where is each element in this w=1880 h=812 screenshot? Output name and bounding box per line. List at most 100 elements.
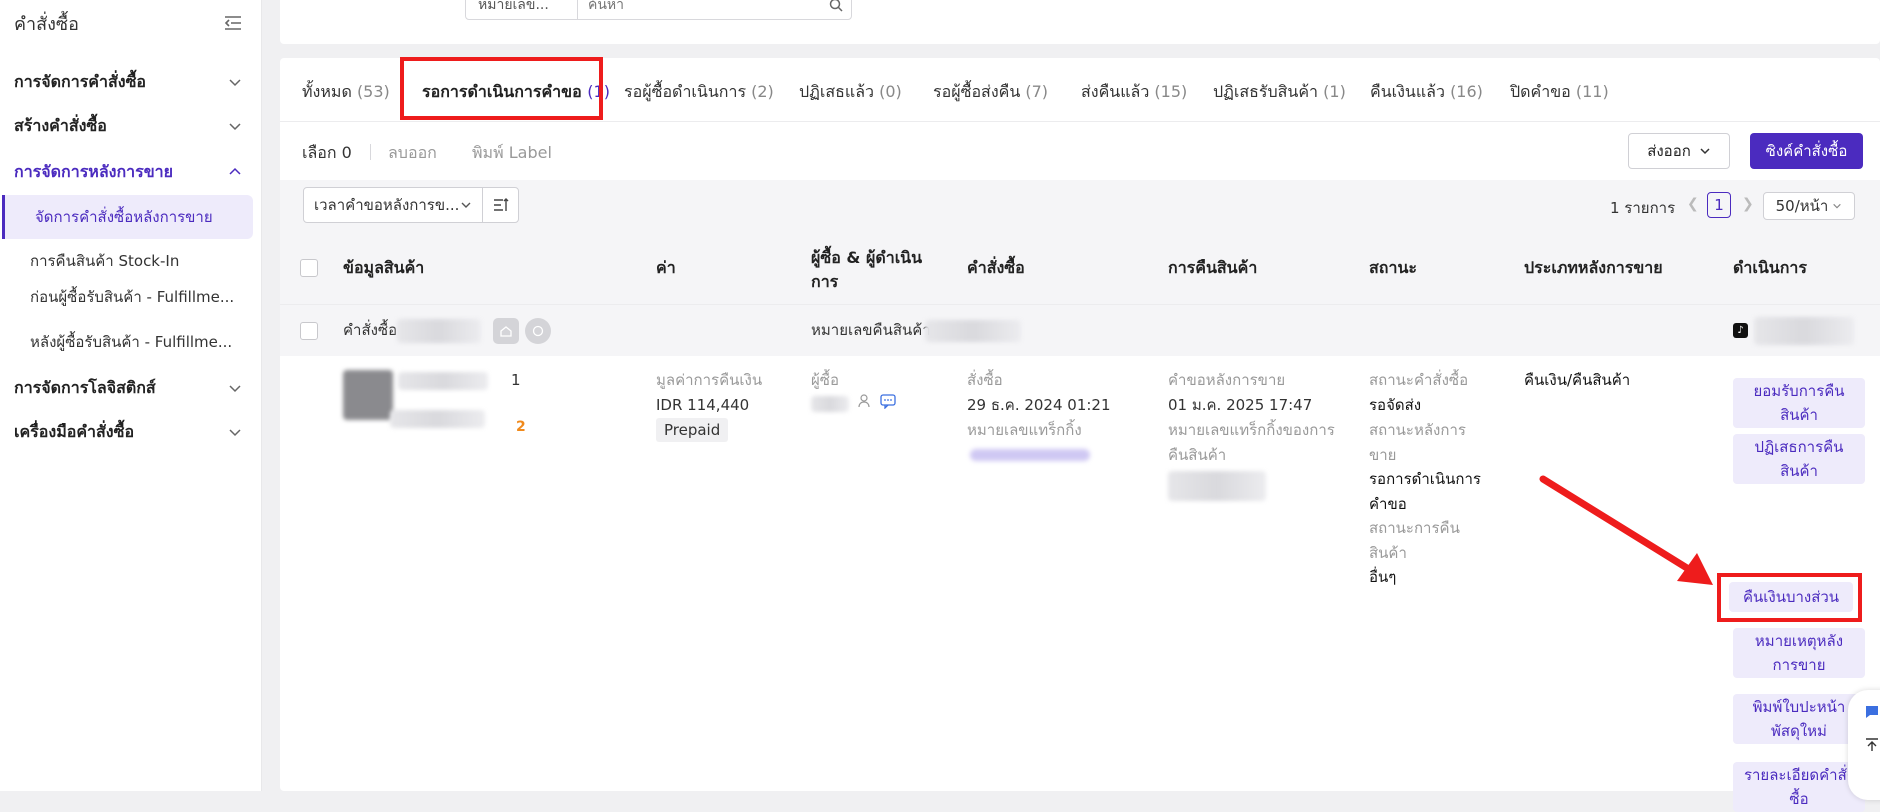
- chat-icon[interactable]: [880, 394, 896, 413]
- sidebar-item-order-management[interactable]: การจัดการคำสั่งซื้อ: [0, 62, 262, 102]
- orders-panel: ทั้งหมด (53) รอการดำเนินการคำขอ (1) รอผู…: [280, 57, 1880, 812]
- tab-highlight-annotation: [400, 57, 603, 120]
- return-status: อื่นๆ: [1369, 568, 1397, 586]
- tab-refused-receipt[interactable]: ปฏิเสธรับสินค้า (1): [1213, 80, 1346, 105]
- search-group: หมายเลข...: [465, 0, 852, 20]
- remove-button[interactable]: ลบออก: [388, 141, 437, 166]
- user-icon[interactable]: [857, 393, 873, 413]
- chevron-up-icon: [229, 167, 241, 175]
- home-icon[interactable]: [493, 318, 519, 344]
- feedback-icon[interactable]: [1864, 704, 1880, 720]
- tab-closed[interactable]: ปิดคำขอ (11): [1510, 80, 1609, 105]
- sidebar-subitem-before-receipt[interactable]: ก่อนผู้ซื้อรับสินค้า - Fulfillme...: [0, 275, 262, 319]
- buyer-label: ผู้ซื้อ: [811, 371, 839, 389]
- reprint-label-button[interactable]: พิมพ์ใบปะหน้าพัสดุใหม่: [1733, 694, 1865, 744]
- sidebar-item-label: การจัดการคำสั่งซื้อ: [14, 71, 147, 91]
- chevron-down-icon: [229, 123, 241, 131]
- tracking-label: หมายเลขแทร็กกิ้ง: [967, 421, 1082, 439]
- main-content: หมายเลข... ทั้งหมด (53) รอการดำเนินการคำ…: [280, 0, 1880, 812]
- reject-return-button[interactable]: ปฏิเสธการคืนสินค้า: [1733, 434, 1865, 484]
- pager-next-icon[interactable]: ❯: [1742, 196, 1754, 212]
- tab-count: (15): [1154, 82, 1188, 101]
- tab-refunded[interactable]: คืนเงินแล้ว (16): [1370, 80, 1483, 105]
- sort-order-button[interactable]: [482, 187, 519, 223]
- tab-awaiting-buyer[interactable]: รอผู้ซื้อดำเนินการ (2): [624, 80, 774, 105]
- order-details-button[interactable]: รายละเอียดคำสั่งซื้อ: [1733, 762, 1865, 812]
- tab-label: รอผู้ซื้อดำเนินการ: [624, 82, 747, 101]
- sidebar-item-after-sales[interactable]: การจัดการหลังการขาย: [0, 152, 262, 192]
- tab-label: ปิดคำขอ: [1510, 82, 1571, 101]
- sidebar-subitem-after-receipt[interactable]: หลังผู้ซื้อรับสินค้า - Fulfillme...: [0, 320, 262, 364]
- sidebar-item-logistics[interactable]: การจัดการโลจิสติกส์: [0, 368, 262, 408]
- search-bar: หมายเลข...: [280, 0, 1880, 44]
- filter-bar: เวลาคำขอหลังการข... 1 รายการ ❮ 1 ❯ 50/หน…: [280, 180, 1880, 232]
- page-size-select[interactable]: 50/หน้า: [1763, 192, 1855, 220]
- sidebar-title: คำสั่งซื้อ: [14, 13, 79, 35]
- refresh-icon[interactable]: [525, 318, 551, 344]
- order-time: 29 ธ.ค. 2024 01:21: [967, 396, 1111, 414]
- payment-tag: Prepaid: [656, 418, 729, 442]
- sidebar-item-label: สร้างคำสั่งซื้อ: [14, 115, 107, 135]
- tracking-number-link[interactable]: [970, 449, 1090, 461]
- column-header-actions: ดำเนินการ: [1733, 258, 1807, 277]
- accept-return-button[interactable]: ยอมรับการคืนสินค้า: [1733, 378, 1865, 428]
- table-header: ข้อมูลสินค้า ค่า ผู้ซื้อ & ผู้ดำเนินการ …: [280, 232, 1880, 304]
- column-header-status: สถานะ: [1369, 258, 1417, 277]
- tab-count: (1): [1323, 82, 1346, 101]
- chevron-down-icon: [229, 385, 241, 393]
- tab-all[interactable]: ทั้งหมด (53): [302, 80, 390, 105]
- sidebar-item-label: เครื่องมือคำสั่งซื้อ: [14, 421, 135, 441]
- sidebar-item-label: การจัดการโลจิสติกส์: [14, 377, 156, 397]
- tab-count: (0): [879, 82, 902, 101]
- collapse-menu-icon[interactable]: [222, 12, 244, 34]
- tab-count: (7): [1025, 82, 1049, 101]
- search-type-label: หมายเลข...: [478, 0, 549, 13]
- select-all-checkbox[interactable]: [300, 259, 318, 277]
- print-label-button[interactable]: พิมพ์ Label: [472, 141, 552, 166]
- tab-rejected[interactable]: ปฏิเสธแล้ว (0): [799, 80, 902, 105]
- after-sale-type: คืนเงิน/คืนสินค้า: [1524, 371, 1631, 389]
- action-highlight-annotation: [1717, 573, 1862, 622]
- search-type-select[interactable]: หมายเลข...: [466, 0, 578, 19]
- export-label: ส่งออก: [1647, 142, 1691, 160]
- sort-field-select[interactable]: เวลาคำขอหลังการข...: [303, 187, 483, 223]
- row-checkbox[interactable]: [300, 322, 318, 340]
- sync-orders-button[interactable]: ซิงค์คำสั่งซื้อ: [1750, 133, 1863, 169]
- order-group-row: คำสั่งซื้อ หมายเลขคืนสินค้า ♪: [280, 304, 1880, 356]
- search-icon[interactable]: [821, 0, 851, 12]
- return-status-label: สถานะการคืนสินค้า: [1369, 519, 1460, 562]
- sidebar-subitem-label: หลังผู้ซื้อรับสินค้า - Fulfillme...: [30, 333, 233, 351]
- sidebar-item-create-order[interactable]: สร้างคำสั่งซื้อ: [0, 106, 262, 146]
- back-to-top-icon[interactable]: [1865, 738, 1879, 752]
- tab-count: (11): [1575, 82, 1609, 101]
- sidebar-subitem-after-sale-orders[interactable]: จัดการคำสั่งซื้อหลังการขาย: [2, 195, 253, 239]
- action-label: พิมพ์ใบปะหน้าพัสดุใหม่: [1752, 698, 1846, 740]
- sidebar-item-order-tools[interactable]: เครื่องมือคำสั่งซื้อ: [0, 412, 262, 452]
- tab-label: ปฏิเสธแล้ว: [799, 82, 874, 101]
- after-sale-status-label: สถานะหลังการขาย: [1369, 421, 1466, 464]
- tab-count: (2): [751, 82, 774, 101]
- pager-total: 1 รายการ: [1610, 199, 1676, 217]
- chevron-down-icon: [229, 429, 241, 437]
- tab-awaiting-return[interactable]: รอผู้ซื้อส่งคืน (7): [933, 80, 1048, 105]
- chevron-down-icon: [1833, 203, 1842, 209]
- column-header-product: ข้อมูลสินค้า: [343, 258, 425, 277]
- tab-label: รอผู้ซื้อส่งคืน: [933, 82, 1021, 101]
- search-input[interactable]: [578, 0, 821, 19]
- sync-label: ซิงค์คำสั่งซื้อ: [1765, 142, 1848, 160]
- pager-prev-icon[interactable]: ❮: [1687, 196, 1699, 212]
- order-status: รอจัดส่ง: [1369, 396, 1422, 414]
- column-header-return: การคืนสินค้า: [1168, 258, 1258, 277]
- product-name-redacted: [398, 372, 488, 390]
- tab-label: ส่งคืนแล้ว: [1081, 82, 1150, 101]
- tab-returned[interactable]: ส่งคืนแล้ว (15): [1081, 80, 1187, 105]
- after-sale-note-button[interactable]: หมายเหตุหลังการขาย: [1733, 628, 1865, 678]
- export-button[interactable]: ส่งออก: [1628, 133, 1730, 169]
- order-id-redacted: [397, 319, 481, 343]
- floating-help-widget[interactable]: [1848, 690, 1880, 800]
- after-sale-status: รอการดำเนินการคำขอ: [1369, 470, 1481, 513]
- tab-label: ปฏิเสธรับสินค้า: [1213, 82, 1319, 101]
- tab-count: (53): [356, 82, 390, 101]
- buyer-name-redacted: [811, 396, 849, 412]
- pager-current-page[interactable]: 1: [1707, 192, 1731, 218]
